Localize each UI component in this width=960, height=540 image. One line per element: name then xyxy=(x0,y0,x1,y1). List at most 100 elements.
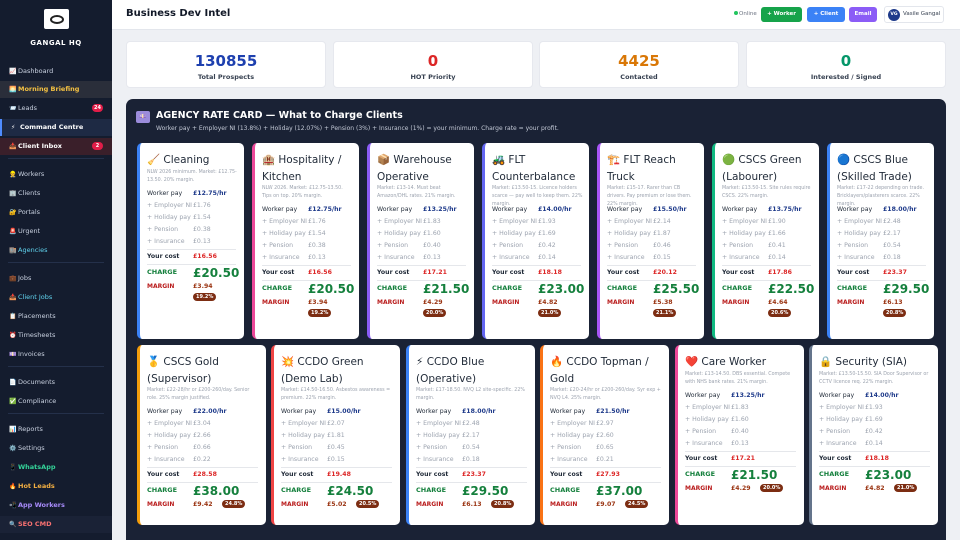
stat-label: Total Prospects xyxy=(197,73,255,81)
row-value: £1.83 xyxy=(423,218,441,225)
stat-value: 0 xyxy=(427,52,439,70)
row-divider xyxy=(722,280,811,281)
row-value: £2.17 xyxy=(883,230,901,237)
sidebar-item-workers[interactable]: 👷 Workers xyxy=(0,166,112,183)
holiday-pay-row: + Holiday pay £1.54 xyxy=(262,228,351,240)
sidebar-item-leads[interactable]: 📨 Leads 24 xyxy=(0,100,112,117)
row-label: + Holiday pay xyxy=(262,230,306,237)
holiday-pay-row: + Holiday pay £2.17 xyxy=(837,228,926,240)
rate-card[interactable]: 💥 CCDO Green (Demo Lab) Market: £14.50-16… xyxy=(271,345,400,525)
sidebar-item-label: Dashboard xyxy=(18,67,54,75)
margin-percent-badge: 24.8% xyxy=(222,500,246,508)
holiday-pay-row: + Holiday pay £1.60 xyxy=(377,228,466,240)
rate-card-subtitle: Worker pay + Employer NI (13.8%) + Holid… xyxy=(156,125,559,132)
sidebar-item-invoices[interactable]: 💷 Invoices xyxy=(0,346,112,363)
row-value: £0.21 xyxy=(596,456,614,463)
charge-label: CHARGE xyxy=(607,284,638,292)
card-title: ⚡ CCDO Blue (Operative) xyxy=(416,356,485,385)
add-worker-button[interactable]: + Worker xyxy=(761,7,802,22)
row-value: £22.00/hr xyxy=(193,408,227,415)
pension-row: + Pension £0.46 xyxy=(607,240,696,252)
sidebar-item-jobs[interactable]: 💼 Jobs xyxy=(0,270,112,287)
row-divider xyxy=(147,264,236,265)
rate-card[interactable]: 🔒 Security (SIA) Market: £13.50-15.50. SI… xyxy=(809,345,938,525)
sidebar-item-timesheets[interactable]: ⏰ Timesheets xyxy=(0,327,112,344)
charge-value: £20.50 xyxy=(193,266,240,280)
margin-value: £9.07 xyxy=(596,501,616,508)
rate-card[interactable]: 🔥 CCDO Topman / Gold Market: £20-24/hr or… xyxy=(540,345,669,525)
cost-row: Your cost £19.48 xyxy=(281,469,392,481)
rate-card[interactable]: 🚜 FLT Counterbalance Market: £13.50-15. L… xyxy=(482,143,589,339)
rate-card[interactable]: ❤️ Care Worker Market: £13-14.50. DBS ess… xyxy=(675,345,804,525)
sidebar-item-placements[interactable]: 📋 Placements xyxy=(0,308,112,325)
sidebar-item-client-jobs[interactable]: 📥 Client Jobs xyxy=(0,289,112,306)
sidebar-item-label: Timesheets xyxy=(18,331,56,339)
email-button[interactable]: Email xyxy=(849,7,877,22)
row-value: £0.42 xyxy=(538,242,556,249)
margin-value: £4.82 xyxy=(538,299,558,306)
pension-row: + Pension £0.45 xyxy=(281,442,392,454)
rate-card[interactable]: 🥇 CSCS Gold (Supervisor) Market: £22-28/h… xyxy=(137,345,266,525)
sidebar-item-client-inbox[interactable]: 📥 Client Inbox 2 xyxy=(0,138,112,155)
margin-value: £4.64 xyxy=(768,299,788,306)
row-value: £1.69 xyxy=(538,230,556,237)
row-label: Your cost xyxy=(262,269,295,276)
rate-card[interactable]: 🧹 Cleaning NLW 2026 minimum. Market: £12.… xyxy=(137,143,244,339)
sidebar-item-command-centre[interactable]: ⚡ Command Centre xyxy=(0,119,112,136)
sidebar-item-hot-leads[interactable]: 🔥 Hot Leads xyxy=(0,478,112,495)
employer-ni-row: + Employer NI £3.04 xyxy=(147,418,258,430)
row-label: + Insurance xyxy=(837,254,875,261)
app-workers-icon: 📲 xyxy=(9,502,17,509)
sidebar-item-dashboard[interactable]: 📈 Dashboard xyxy=(0,63,112,80)
worker-pay-row: Worker pay £15.00/hr xyxy=(281,406,392,418)
row-value: £2.17 xyxy=(462,432,480,439)
rate-card[interactable]: 🏨 Hospitality / Kitchen NLW 2026. Market:… xyxy=(252,143,359,339)
card-title: 🏗️ FLT Reach Truck xyxy=(607,154,676,183)
rate-card[interactable]: 🏗️ FLT Reach Truck Market: £15-17. Rarer … xyxy=(597,143,704,339)
row-value: £17.21 xyxy=(731,455,755,462)
row-value: £2.97 xyxy=(596,420,614,427)
sidebar-item-agencies[interactable]: 🏬 Agencies xyxy=(0,242,112,259)
sidebar-item-reports[interactable]: 📊 Reports xyxy=(0,421,112,438)
cost-row: Your cost £17.21 xyxy=(685,453,796,465)
charge-label: CHARGE xyxy=(550,486,581,494)
user-menu[interactable]: VG Vasile Gangal xyxy=(884,6,944,23)
sidebar-item-urgent[interactable]: 🚨 Urgent xyxy=(0,223,112,240)
sidebar-item-app-workers[interactable]: 📲 App Workers xyxy=(0,497,112,514)
row-value: £0.42 xyxy=(865,428,883,435)
row-value: £0.40 xyxy=(731,428,749,435)
row-value: £19.48 xyxy=(327,471,351,478)
row-value: £0.14 xyxy=(768,254,786,261)
margin-label: MARGIN xyxy=(607,299,635,306)
card-title: 🔵 CSCS Blue (Skilled Trade) xyxy=(837,154,912,183)
add-client-button[interactable]: + Client xyxy=(807,7,845,22)
sidebar-item-documents[interactable]: 📄 Documents xyxy=(0,374,112,391)
rate-card[interactable]: 🟢 CSCS Green (Labourer) Market: £13.50-15… xyxy=(712,143,819,339)
rate-card[interactable]: ⚡ CCDO Blue (Operative) Market: £17-18.50… xyxy=(406,345,535,525)
row-value: £1.83 xyxy=(731,404,749,411)
sidebar-item-label: Command Centre xyxy=(20,123,84,131)
row-label: + Employer NI xyxy=(837,218,882,225)
sidebar-item-portals[interactable]: 🔐 Portals xyxy=(0,204,112,221)
row-label: + Employer NI xyxy=(607,218,652,225)
nav-divider xyxy=(8,413,104,414)
row-label: + Holiday pay xyxy=(685,416,729,423)
row-divider xyxy=(147,249,236,250)
holiday-pay-row: + Holiday pay £2.66 xyxy=(147,430,258,442)
card-description: Market: £13.50-15.50. SIA Door Superviso… xyxy=(819,372,929,385)
sidebar-item-clients[interactable]: 🏢 Clients xyxy=(0,185,112,202)
row-label: + Employer NI xyxy=(685,404,730,411)
sidebar-item-settings[interactable]: ⚙️ Settings xyxy=(0,440,112,457)
timesheets-icon: ⏰ xyxy=(9,332,17,339)
rate-card[interactable]: 📦 Warehouse Operative Market: £13-14. Mus… xyxy=(367,143,474,339)
brand-logo[interactable] xyxy=(44,9,69,29)
sidebar-item-whatsapp[interactable]: 📱 WhatsApp xyxy=(0,459,112,476)
rate-card[interactable]: 🔵 CSCS Blue (Skilled Trade) Market: £17-2… xyxy=(827,143,934,339)
row-label: + Insurance xyxy=(262,254,300,261)
sidebar-item-seo-cmd[interactable]: 🔍 SEO CMD xyxy=(0,516,112,533)
sidebar-item-morning-briefing[interactable]: 🌅 Morning Briefing xyxy=(0,81,112,98)
sidebar-item-compliance[interactable]: ✅ Compliance xyxy=(0,393,112,410)
card-title: 🟢 CSCS Green (Labourer) xyxy=(722,154,802,183)
row-value: £0.13 xyxy=(308,254,326,261)
margin-percent-badge: 21.1% xyxy=(653,309,677,317)
